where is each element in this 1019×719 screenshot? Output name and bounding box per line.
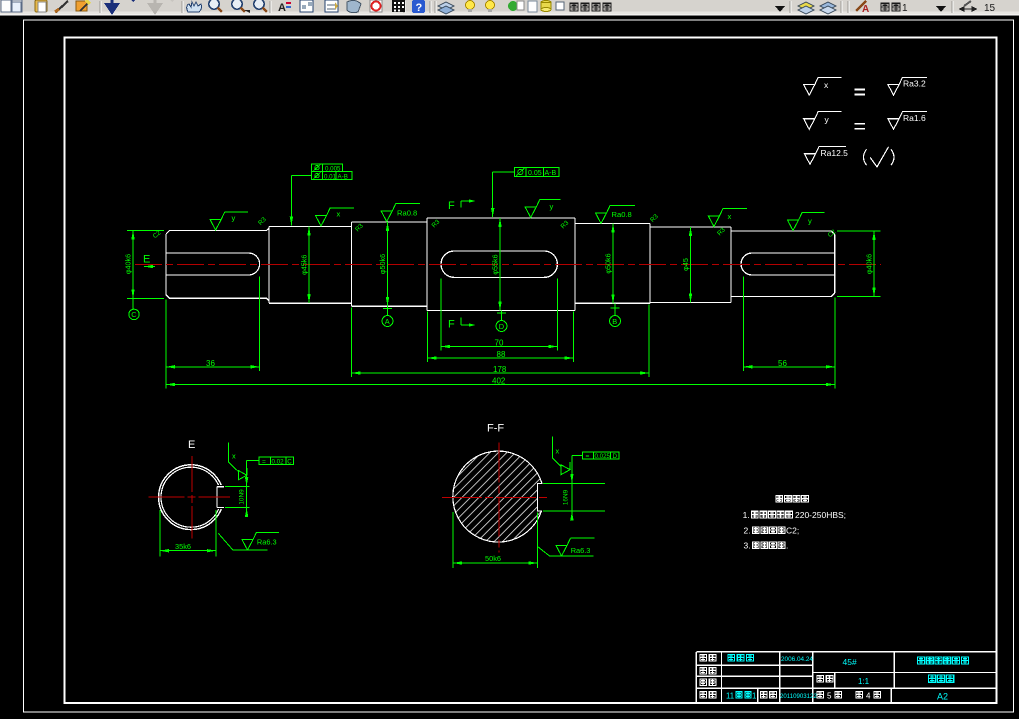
svg-text:C2;: C2; (786, 526, 799, 536)
svg-text:E: E (188, 439, 195, 451)
svg-text:88: 88 (497, 350, 506, 359)
svg-text:x: x (556, 447, 560, 456)
svg-text:35k6: 35k6 (175, 542, 191, 551)
svg-text:15: 15 (984, 3, 996, 14)
svg-text:56: 56 (778, 359, 787, 368)
svg-text:F: F (448, 319, 455, 331)
svg-text:=: = (262, 458, 266, 465)
svg-text:A: A (385, 317, 390, 326)
svg-text:45#: 45# (843, 657, 857, 667)
svg-text:A2: A2 (937, 692, 948, 702)
svg-text:16N9: 16N9 (563, 489, 570, 505)
svg-text:Ra6.3: Ra6.3 (257, 538, 277, 547)
svg-text:402: 402 (492, 377, 506, 386)
svg-text:1: 1 (752, 692, 756, 701)
svg-text:φ50k6: φ50k6 (378, 254, 387, 274)
svg-text:0.01: 0.01 (324, 173, 337, 180)
svg-text:3.: 3. (744, 541, 751, 551)
svg-text:D: D (613, 453, 618, 460)
svg-text:11: 11 (726, 692, 734, 701)
svg-text:0.005: 0.005 (325, 165, 341, 172)
svg-text:x: x (337, 210, 341, 219)
svg-text:x: x (728, 212, 732, 221)
svg-text:E: E (143, 254, 150, 266)
svg-text:φ40k6: φ40k6 (124, 254, 133, 274)
svg-text:F: F (448, 200, 455, 212)
svg-text:A: A (862, 4, 869, 15)
svg-text:2006.04.24: 2006.04.24 (781, 656, 813, 663)
svg-text:Ra0.8: Ra0.8 (397, 208, 417, 217)
svg-text:φ50k6: φ50k6 (604, 253, 613, 273)
svg-text:70: 70 (495, 338, 504, 347)
svg-text:178: 178 (493, 365, 507, 374)
svg-text:A: A (278, 2, 286, 14)
svg-text:5: 5 (827, 692, 832, 701)
svg-text:φ45: φ45 (681, 258, 690, 271)
svg-text:=: = (586, 453, 590, 460)
svg-text:1: 1 (902, 3, 908, 14)
svg-text:0.02: 0.02 (272, 458, 285, 465)
svg-text:10N9: 10N9 (239, 489, 246, 505)
svg-text:2.: 2. (744, 526, 751, 536)
svg-text:50k6: 50k6 (485, 554, 501, 563)
svg-text:1:1: 1:1 (858, 677, 870, 686)
svg-text:Ra1.6: Ra1.6 (903, 113, 926, 123)
svg-text:Ra6.3: Ra6.3 (571, 546, 591, 555)
svg-text:.: . (786, 541, 788, 551)
svg-text:B: B (612, 317, 617, 326)
svg-text:220-250HBS;: 220-250HBS; (795, 510, 846, 520)
svg-text:y: y (808, 217, 812, 226)
svg-text:φ45k6: φ45k6 (300, 255, 309, 275)
svg-text:φ55k6: φ55k6 (491, 254, 500, 274)
svg-text:4: 4 (866, 692, 871, 701)
svg-text:Ra0.8: Ra0.8 (612, 210, 632, 219)
svg-text:y: y (550, 202, 554, 211)
svg-text:x: x (232, 452, 236, 461)
svg-text:?: ? (416, 2, 423, 14)
svg-text:C: C (131, 310, 137, 319)
svg-text:36: 36 (206, 359, 215, 368)
svg-text:0.05: 0.05 (528, 170, 542, 177)
svg-text:A-B: A-B (338, 173, 348, 180)
svg-text:0.025: 0.025 (595, 453, 611, 460)
svg-text:20110903122: 20110903122 (780, 693, 817, 700)
svg-text:D: D (499, 322, 504, 331)
svg-text:1.: 1. (743, 510, 750, 520)
svg-text:y: y (232, 214, 236, 223)
svg-text:φ40k6: φ40k6 (865, 254, 874, 274)
svg-text:C: C (287, 458, 292, 465)
svg-text:F-F: F-F (487, 423, 504, 435)
svg-text:Ra3.2: Ra3.2 (903, 79, 926, 89)
svg-text:A-B: A-B (545, 170, 557, 177)
svg-text:Ra12.5: Ra12.5 (821, 148, 849, 158)
